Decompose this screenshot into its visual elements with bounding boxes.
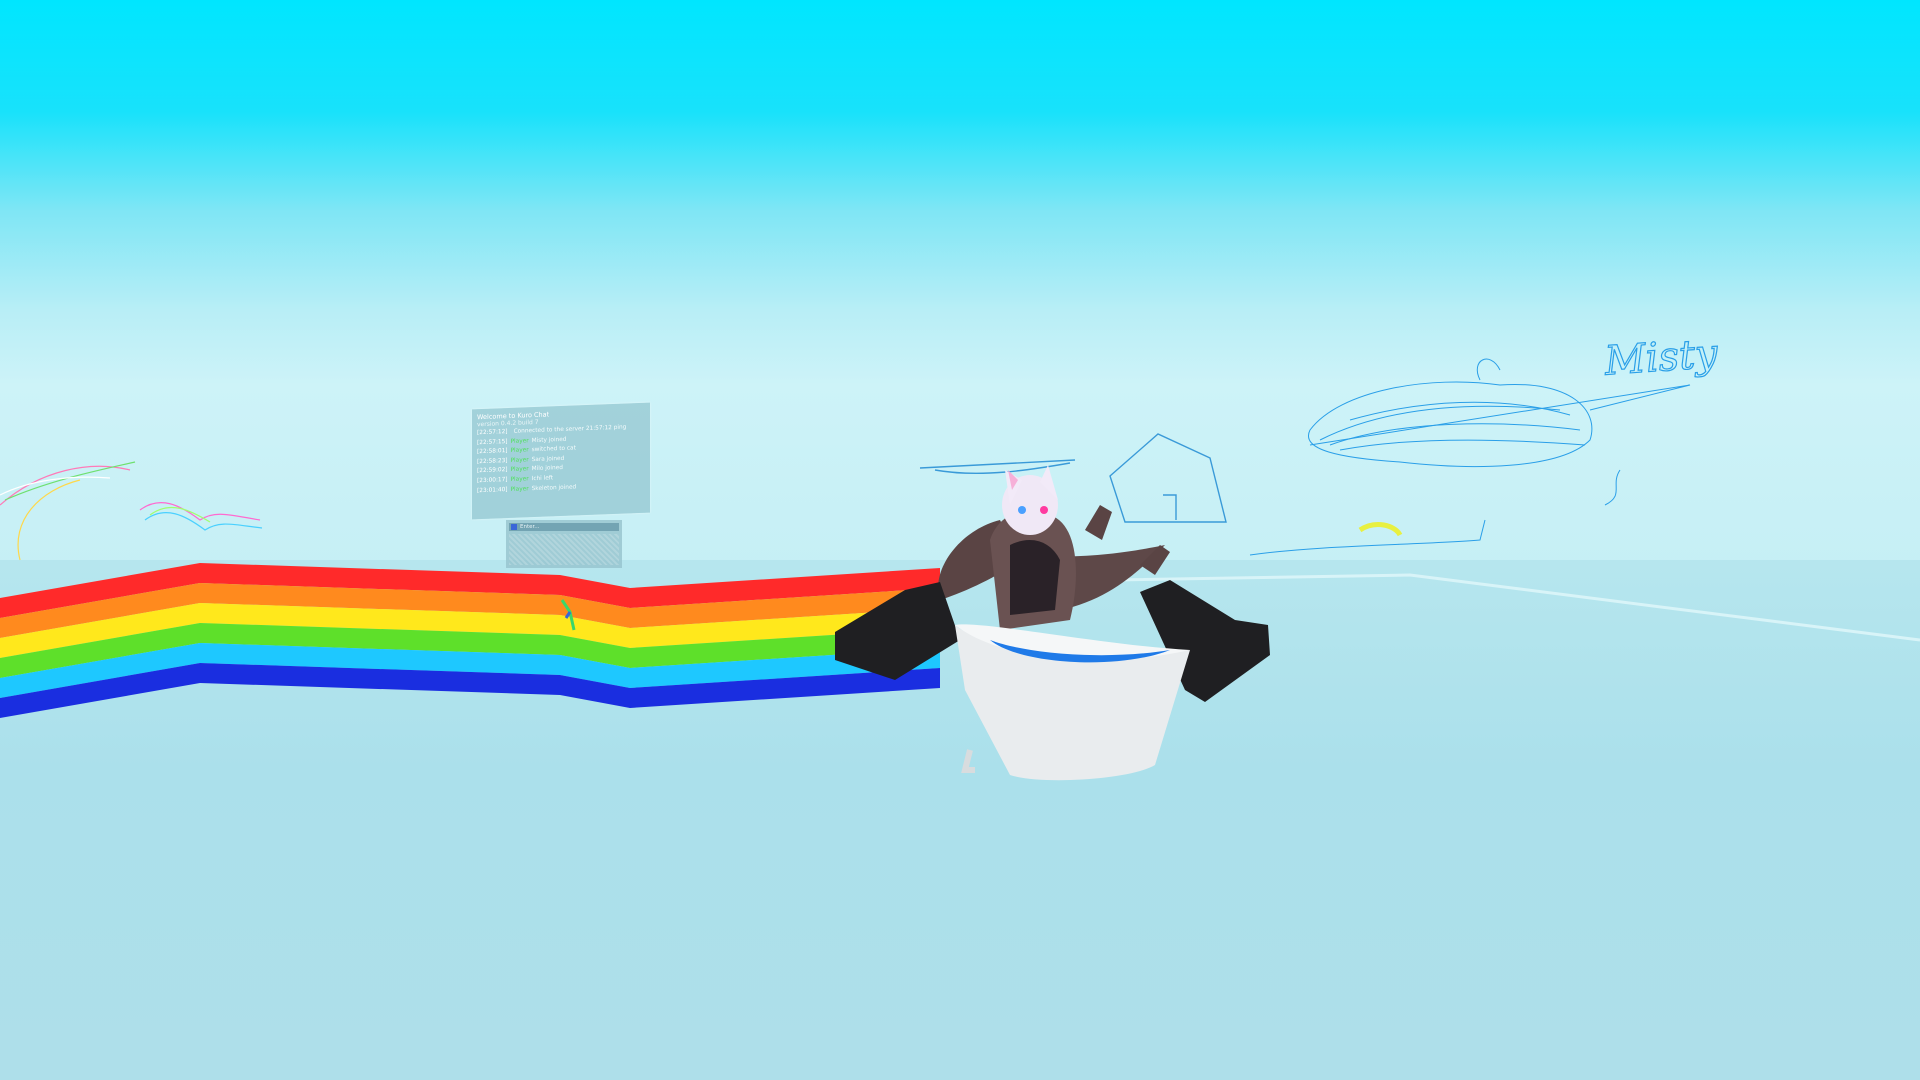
chat-input-placeholder: Enter... (520, 524, 540, 530)
chat-input-bar[interactable]: Enter... (509, 523, 619, 531)
doodle-house (919, 433, 1227, 523)
world-layer: Misty (0, 330, 1920, 781)
game-viewport[interactable]: Misty Welcome to Kuro Chat version 0.4.2… (0, 0, 1920, 1080)
doodle-signature: Misty (1602, 331, 1720, 385)
rainbow-trail (0, 563, 940, 718)
keyboard-icon[interactable] (511, 524, 517, 530)
avatar-in-bathtub (835, 465, 1270, 781)
chat-log-lines: [22:57:12] Connected to the server 21:57:… (477, 423, 645, 497)
virtual-keyboard[interactable] (509, 534, 619, 565)
doodle-cloud (1249, 358, 1691, 556)
doodle-left (0, 461, 263, 561)
chat-log-panel[interactable]: Welcome to Kuro Chat version 0.4.2 build… (472, 402, 650, 520)
chat-input-panel[interactable]: Enter... (506, 520, 622, 568)
wall-floor-seam (999, 573, 1920, 642)
